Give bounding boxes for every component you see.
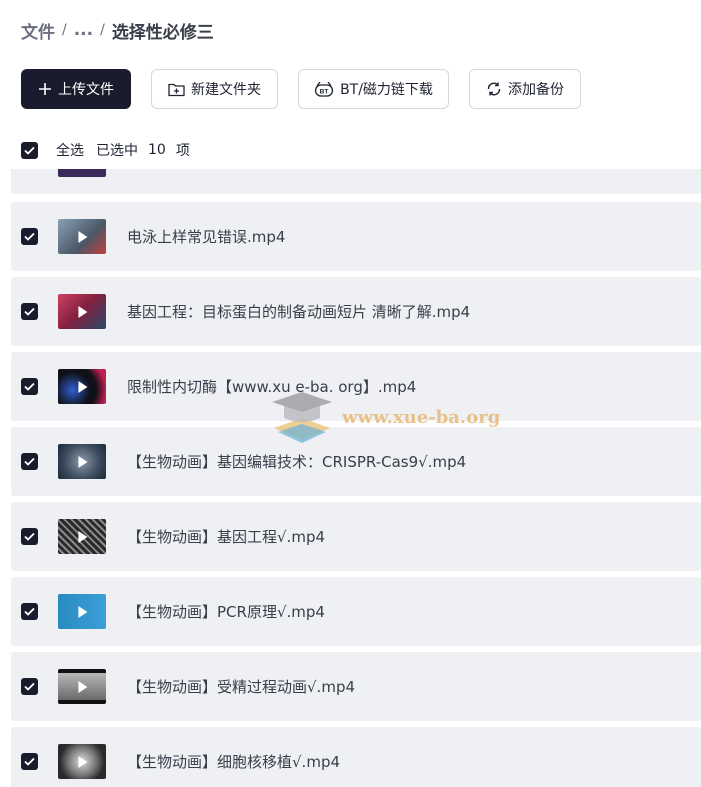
video-thumbnail xyxy=(58,519,106,554)
row-checkbox[interactable] xyxy=(21,528,38,545)
video-thumbnail xyxy=(58,669,106,704)
play-icon xyxy=(78,230,88,243)
list-item[interactable] xyxy=(11,169,701,194)
selected-count: 10 xyxy=(148,142,166,158)
video-thumbnail xyxy=(58,294,106,329)
video-thumbnail xyxy=(58,369,106,404)
plus-icon xyxy=(38,82,52,96)
file-name[interactable]: 限制性内切酶【www.xu e-ba. org】.mp4 xyxy=(127,376,416,397)
check-icon xyxy=(24,382,35,391)
row-checkbox[interactable] xyxy=(21,378,38,395)
list-item[interactable]: 限制性内切酶【www.xu e-ba. org】.mp4 xyxy=(11,352,701,421)
folder-plus-icon xyxy=(168,82,185,97)
video-thumbnail xyxy=(58,219,106,254)
breadcrumb: 文件 / ... / 选择性必修三 xyxy=(21,18,214,43)
select-all-checkbox[interactable] xyxy=(21,141,38,159)
svg-text:BT: BT xyxy=(320,89,329,96)
list-item[interactable]: 【生物动画】基因工程√.mp4 xyxy=(11,502,701,571)
list-item[interactable]: 基因工程：目标蛋白的制备动画短片 清晰了解.mp4 xyxy=(11,277,701,346)
check-icon xyxy=(24,607,35,616)
play-icon xyxy=(78,530,88,543)
sync-icon xyxy=(486,81,502,97)
selected-suffix: 项 xyxy=(175,143,190,159)
list-item[interactable]: 【生物动画】细胞核移植√.mp4 xyxy=(11,727,701,787)
upload-button[interactable]: 上传文件 xyxy=(21,69,131,109)
play-icon xyxy=(78,680,88,693)
bt-download-button-label: BT/磁力链下载 xyxy=(340,82,433,98)
check-icon xyxy=(24,757,35,766)
file-name[interactable]: 电泳上样常见错误.mp4 xyxy=(127,226,285,247)
bt-icon: BT xyxy=(314,80,334,98)
video-thumbnail xyxy=(58,744,106,779)
file-name[interactable]: 【生物动画】受精过程动画√.mp4 xyxy=(127,676,355,697)
check-icon xyxy=(24,232,35,241)
list-item[interactable]: 【生物动画】PCR原理√.mp4 xyxy=(11,577,701,646)
play-icon xyxy=(78,305,88,318)
new-folder-button[interactable]: 新建文件夹 xyxy=(151,69,278,109)
file-name[interactable]: 【生物动画】细胞核移植√.mp4 xyxy=(127,751,340,772)
file-list: 电泳上样常见错误.mp4 基因工程：目标蛋白的制备动画短片 清晰了解.mp4 限… xyxy=(11,169,701,787)
check-icon xyxy=(24,532,35,541)
breadcrumb-separator: / xyxy=(100,22,105,38)
row-checkbox[interactable] xyxy=(21,453,38,470)
list-item[interactable]: 电泳上样常见错误.mp4 xyxy=(11,202,701,271)
check-icon xyxy=(24,307,35,316)
breadcrumb-separator: / xyxy=(62,22,67,38)
breadcrumb-current: 选择性必修三 xyxy=(111,22,214,43)
check-icon xyxy=(24,146,35,155)
file-name[interactable]: 【生物动画】基因工程√.mp4 xyxy=(127,526,325,547)
video-thumbnail xyxy=(58,594,106,629)
row-checkbox[interactable] xyxy=(21,228,38,245)
row-checkbox[interactable] xyxy=(21,678,38,695)
selection-bar: 全选 已选中 10 项 xyxy=(21,138,190,162)
file-name[interactable]: 【生物动画】基因编辑技术：CRISPR-Cas9√.mp4 xyxy=(127,451,466,472)
row-checkbox[interactable] xyxy=(21,603,38,620)
play-icon xyxy=(78,755,88,768)
video-thumbnail xyxy=(58,169,106,177)
add-backup-button-label: 添加备份 xyxy=(508,82,564,98)
play-icon xyxy=(78,605,88,618)
selected-prefix: 已选中 xyxy=(96,143,138,159)
bt-download-button[interactable]: BT BT/磁力链下载 xyxy=(298,69,449,109)
add-backup-button[interactable]: 添加备份 xyxy=(469,69,581,109)
breadcrumb-ellipsis[interactable]: ... xyxy=(74,20,93,40)
file-name[interactable]: 【生物动画】PCR原理√.mp4 xyxy=(127,601,325,622)
play-icon xyxy=(78,380,88,393)
breadcrumb-root[interactable]: 文件 xyxy=(21,18,55,43)
list-item[interactable]: 【生物动画】基因编辑技术：CRISPR-Cas9√.mp4 xyxy=(11,427,701,496)
check-icon xyxy=(24,682,35,691)
row-checkbox[interactable] xyxy=(21,303,38,320)
video-thumbnail xyxy=(58,444,106,479)
new-folder-button-label: 新建文件夹 xyxy=(191,82,261,98)
file-name[interactable]: 基因工程：目标蛋白的制备动画短片 清晰了解.mp4 xyxy=(127,301,470,322)
check-icon xyxy=(24,457,35,466)
select-all-label[interactable]: 全选 xyxy=(56,140,84,160)
list-item[interactable]: 【生物动画】受精过程动画√.mp4 xyxy=(11,652,701,721)
row-checkbox[interactable] xyxy=(21,753,38,770)
upload-button-label: 上传文件 xyxy=(58,82,114,98)
play-icon xyxy=(78,455,88,468)
